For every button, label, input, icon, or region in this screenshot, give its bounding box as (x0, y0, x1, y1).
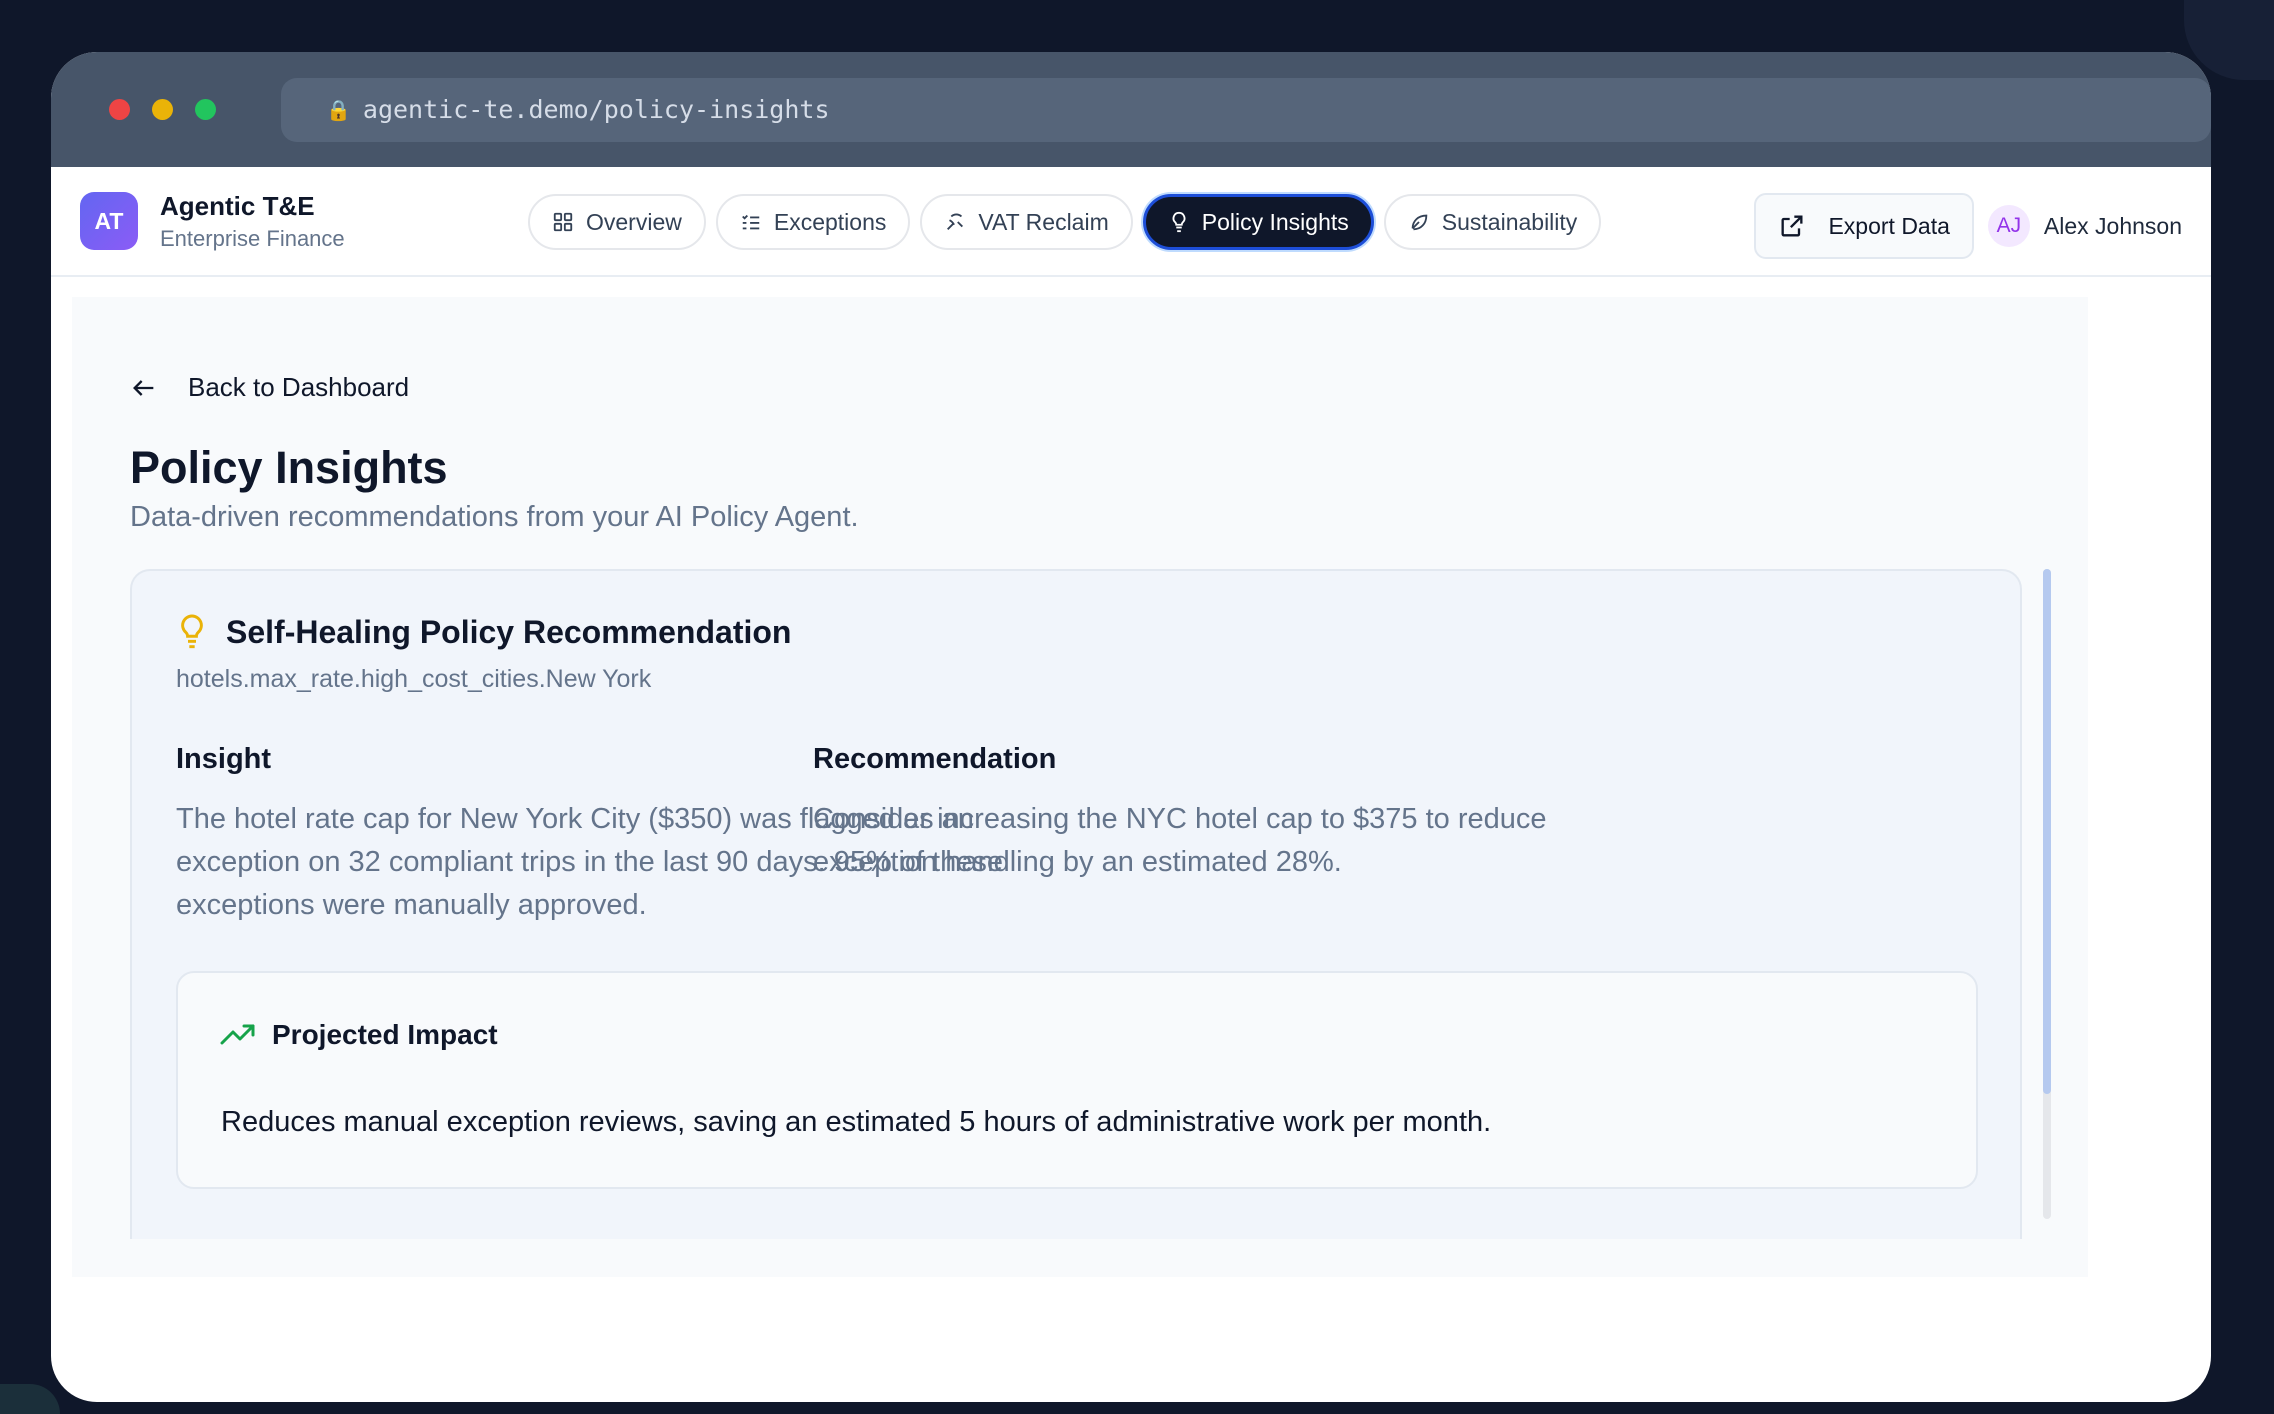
arrow-left-icon (133, 379, 154, 396)
close-window-button[interactable] (109, 99, 130, 120)
impact-text: Reduces manual exception reviews, saving… (221, 1106, 1492, 1138)
tab-label: Sustainability (1441, 208, 1578, 235)
tab-label: VAT Reclaim (978, 208, 1109, 235)
export-label: Export Data (1828, 212, 1950, 239)
recommendation-section: Recommendation Consider increasing the N… (813, 743, 1673, 884)
user-name[interactable]: Alex Johnson (2044, 213, 2182, 240)
grid-icon (553, 212, 573, 232)
impact-title: Projected Impact (272, 1019, 498, 1050)
brand: Agentic T&E Enterprise Finance (160, 191, 345, 252)
recommendation-heading: Recommendation (813, 743, 1057, 775)
tab-overview[interactable]: Overview (528, 194, 706, 250)
lightbulb-icon (181, 614, 203, 649)
trending-up-icon (220, 1024, 255, 1045)
tab-vat-reclaim[interactable]: VAT Reclaim (920, 194, 1133, 250)
scrollbar[interactable] (2043, 569, 2051, 1219)
back-label: Back to Dashboard (188, 372, 410, 402)
app-header: AT Agentic T&E Enterprise Finance Overvi… (51, 167, 2211, 277)
back-to-dashboard-link[interactable]: Back to Dashboard (130, 372, 409, 403)
brand-name: Agentic T&E (160, 190, 315, 221)
brand-subtitle: Enterprise Finance (160, 225, 345, 251)
tab-exceptions[interactable]: Exceptions (715, 194, 911, 250)
lightbulb-icon (1172, 211, 1186, 233)
header-actions: Export Data AJ Alex Johnson (1754, 193, 2182, 259)
lock-icon: 🔒 (326, 97, 351, 122)
tab-label: Policy Insights (1201, 208, 1349, 235)
recommendation-text: Consider increasing the NYC hotel cap to… (813, 803, 1547, 878)
page-title: Policy Insights (130, 442, 448, 493)
page-subtitle: Data-driven recommendations from your AI… (130, 501, 859, 533)
external-link-icon (1781, 215, 1803, 237)
list-check-icon (741, 214, 760, 230)
tab-policy-insights[interactable]: Policy Insights (1142, 194, 1374, 250)
recommendation-card: Self-Healing Policy Recommendation hotel… (130, 569, 2022, 1239)
avatar[interactable]: AJ (1987, 205, 2030, 247)
maximize-window-button[interactable] (195, 99, 216, 120)
projected-impact-panel: Projected Impact Reduces manual exceptio… (176, 971, 1978, 1189)
leaf-icon (1411, 214, 1428, 231)
browser-titlebar: 🔒 agentic-te.demo/policy-insights (51, 52, 2211, 167)
main-nav: Overview Exceptions VAT Reclaim Policy I… (528, 194, 1602, 250)
url-text: agentic-te.demo/policy-insights (362, 95, 830, 124)
address-bar[interactable]: 🔒 agentic-te.demo/policy-insights (281, 77, 2211, 142)
window-controls (109, 99, 216, 120)
background-decoration (0, 1384, 60, 1414)
receipt-icon (947, 213, 964, 230)
minimize-window-button[interactable] (152, 99, 173, 120)
impact-header: Projected Impact (220, 1019, 498, 1051)
card-header: Self-Healing Policy Recommendation (176, 613, 791, 651)
main-content: Back to Dashboard Policy Insights Data-d… (72, 297, 2088, 1277)
tab-sustainability[interactable]: Sustainability (1383, 194, 1602, 250)
tab-label: Overview (586, 208, 682, 235)
export-data-button[interactable]: Export Data (1754, 193, 1974, 259)
policy-path: hotels.max_rate.high_cost_cities.New Yor… (176, 665, 652, 693)
app-logo[interactable]: AT (80, 192, 138, 250)
tab-label: Exceptions (773, 208, 887, 235)
card-title: Self-Healing Policy Recommendation (226, 613, 792, 650)
scrollbar-thumb[interactable] (2043, 569, 2051, 1094)
